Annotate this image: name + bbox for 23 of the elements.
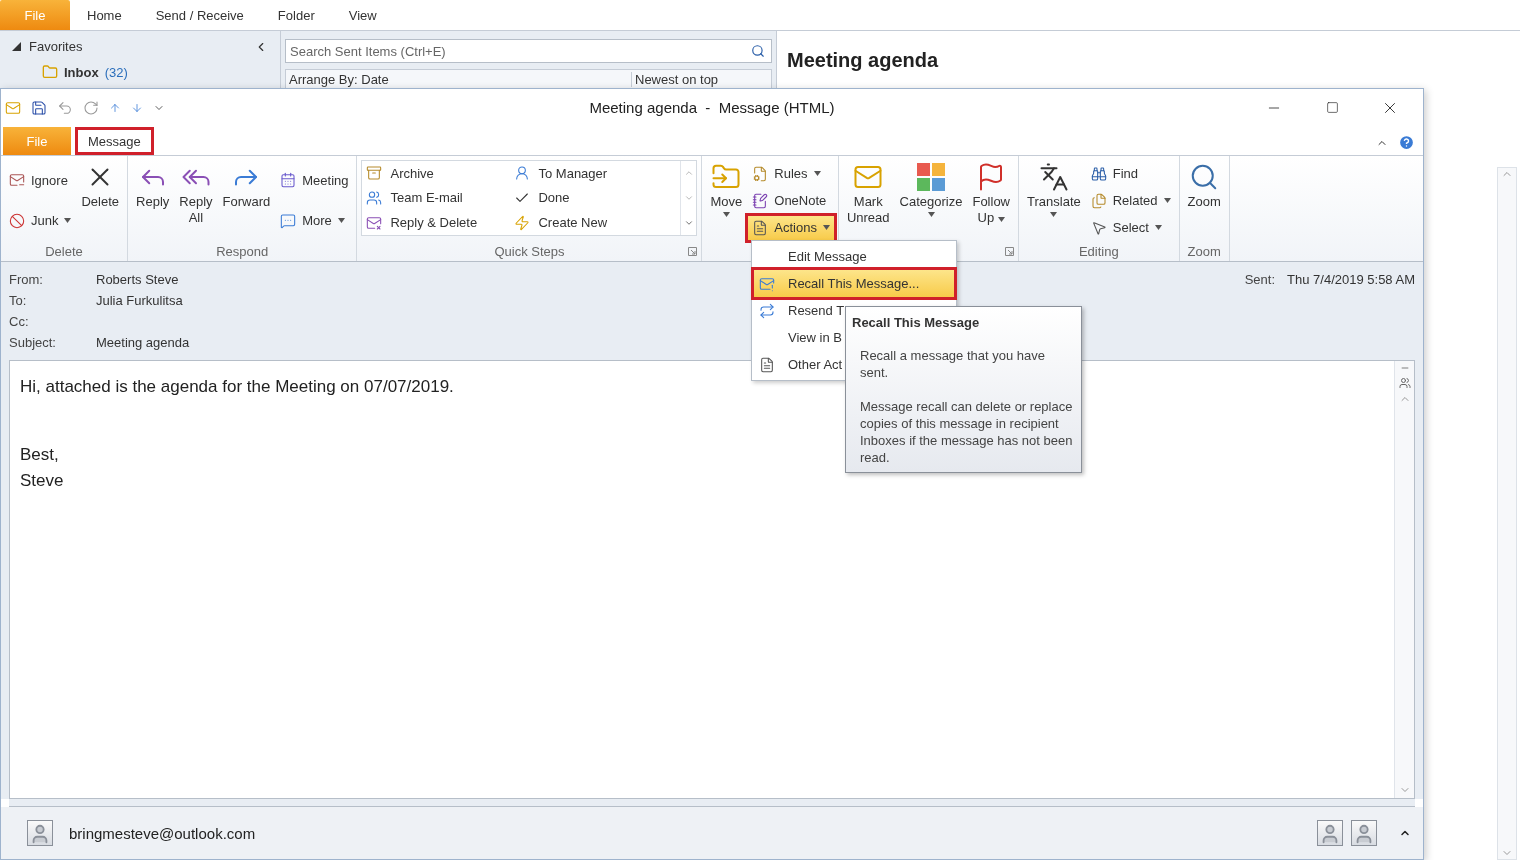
field-label: Subject: — [9, 335, 57, 352]
field-label: Cc: — [9, 314, 30, 331]
window-title: Meeting agenda - Message (HTML) — [589, 99, 835, 116]
tooltip-text: Message recall can delete or replace copies of this message in recipient Inboxes if the message has not been read. — [859, 398, 1074, 466]
group-label: Zoom — [1187, 243, 1221, 259]
group-label: Editing — [1078, 243, 1119, 259]
field-label: From: — [9, 272, 44, 289]
tooltip-title: Recall This Message — [852, 315, 981, 330]
group-label: Quick Steps — [494, 243, 565, 259]
body-text: Steve — [20, 471, 64, 491]
field-value: Julia Furkulitsa — [96, 293, 183, 310]
field-value: Meeting agenda — [96, 335, 190, 352]
reading-pane-title: Meeting agenda — [787, 49, 939, 72]
body-text: Hi, attached is the agenda for the Meeting on 07/07/2019. — [20, 377, 454, 397]
field-value: Roberts Steve — [96, 272, 179, 289]
tooltip-text: Recall a message that you have sent. — [859, 347, 1046, 381]
group-label: Delete — [45, 243, 83, 259]
sender-email: bringmesteve@outlook.com — [69, 824, 256, 842]
group-label: Respond — [216, 243, 269, 259]
field-label: To: — [9, 293, 28, 310]
field-label: Sent: — [1244, 272, 1276, 289]
field-value: Thu 7/4/2019 5:58 AM — [1287, 272, 1415, 289]
body-text: Best, — [20, 445, 59, 465]
